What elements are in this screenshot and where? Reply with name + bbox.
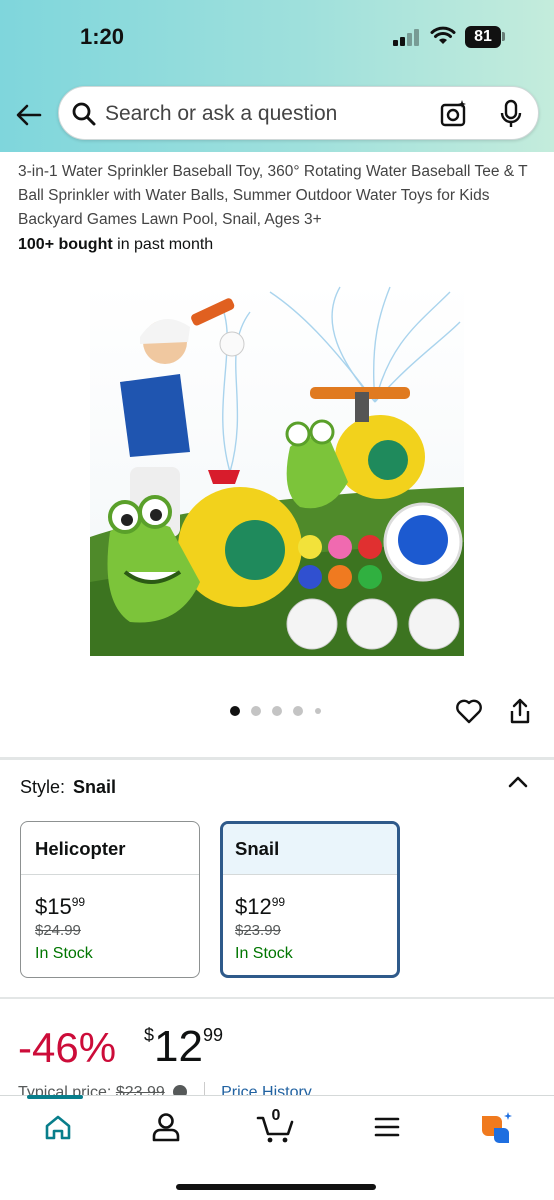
style-option-availability: In Stock	[235, 945, 293, 962]
wifi-icon	[430, 26, 456, 44]
product-title[interactable]: 3-in-1 Water Sprinkler Baseball Toy, 360…	[18, 160, 538, 232]
battery-tip	[502, 32, 505, 41]
style-option-availability: In Stock	[35, 945, 93, 962]
section-divider	[0, 757, 554, 760]
cart-count-badge: 0	[271, 1107, 281, 1124]
section-divider	[0, 997, 554, 999]
microphone-icon[interactable]	[499, 99, 523, 129]
style-selected-value: Snail	[73, 777, 117, 797]
current-price: $1299	[144, 1022, 223, 1072]
bottom-nav: 0	[0, 1095, 554, 1200]
price-dollars: $15	[35, 894, 72, 919]
active-tab-indicator	[27, 1095, 83, 1099]
search-bar[interactable]	[58, 86, 539, 140]
account-icon[interactable]	[146, 1110, 186, 1144]
price-cents: 99	[271, 895, 286, 909]
style-option-list-price: $23.99	[235, 922, 281, 939]
top-bar: 1:20 81	[0, 0, 554, 152]
search-icon	[72, 102, 96, 126]
cellular-signal-icon	[393, 28, 423, 46]
price-currency: $	[144, 1025, 155, 1045]
style-option-price: $1299	[235, 889, 397, 920]
camera-search-icon[interactable]	[439, 99, 469, 129]
share-icon[interactable]	[508, 697, 532, 725]
back-arrow-icon[interactable]	[14, 100, 44, 130]
bought-count-rest: in past month	[112, 236, 214, 253]
carousel-dot[interactable]	[230, 706, 240, 716]
heart-icon[interactable]	[455, 698, 483, 724]
carousel-dot[interactable]	[272, 706, 282, 716]
carousel-dot[interactable]	[293, 706, 303, 716]
chevron-up-icon[interactable]	[506, 772, 530, 792]
price-cents: 99	[71, 895, 86, 909]
product-image[interactable]	[90, 282, 464, 656]
carousel-dot[interactable]	[315, 708, 321, 714]
price-dollars: $12	[235, 894, 272, 919]
discount-percentage: -46%	[18, 1024, 117, 1071]
style-option-name: Helicopter	[21, 822, 199, 875]
bought-count-bold: 100+ bought	[18, 236, 113, 253]
menu-icon[interactable]	[367, 1110, 407, 1144]
status-time: 1:20	[80, 24, 125, 49]
style-option-price: $1599	[35, 889, 199, 920]
home-indicator	[176, 1184, 376, 1190]
style-option-snail[interactable]: Snail $1299 $23.99 In Stock	[220, 821, 400, 978]
bought-count: 100+ bought in past month	[18, 236, 213, 254]
home-icon[interactable]	[38, 1110, 78, 1144]
carousel-dot[interactable]	[251, 706, 261, 716]
battery-indicator: 81	[465, 26, 501, 48]
price-dollars: 12	[154, 1022, 203, 1071]
search-input[interactable]	[105, 99, 425, 129]
cart-button[interactable]: 0	[256, 1107, 296, 1144]
rufus-assistant-icon[interactable]	[476, 1110, 516, 1144]
price-cents: 99	[202, 1025, 223, 1045]
style-selector-label: Style: Snail	[20, 777, 116, 798]
style-option-name: Snail	[223, 824, 397, 875]
style-option-list-price: $24.99	[35, 922, 81, 939]
style-label: Style:	[20, 777, 66, 797]
style-option-helicopter[interactable]: Helicopter $1599 $24.99 In Stock	[20, 821, 200, 978]
